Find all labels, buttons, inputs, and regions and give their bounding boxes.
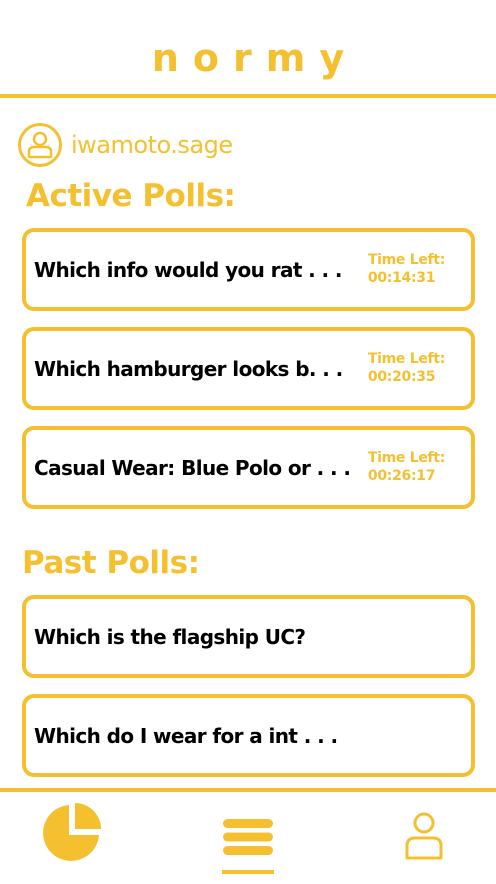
time-left-value: 00:26:17 <box>367 468 436 484</box>
nav-profile-button[interactable] <box>402 810 446 862</box>
time-left-label: Time Left: <box>367 450 445 466</box>
list-menu-icon <box>223 819 273 855</box>
active-poll-card[interactable]: Which info would you rat . . . Time Left… <box>22 228 475 311</box>
avatar[interactable] <box>18 123 62 167</box>
app-header: normy <box>0 0 496 98</box>
poll-timer: Time Left: 00:14:31 <box>368 251 445 287</box>
user-icon <box>27 131 53 159</box>
active-poll-card[interactable]: Casual Wear: Blue Polo or . . . Time Lef… <box>22 426 475 509</box>
time-left-value: 00:14:31 <box>367 270 436 286</box>
poll-question: Casual Wear: Blue Polo or . . . <box>34 455 351 480</box>
active-tab-indicator <box>222 870 274 874</box>
poll-timer: Time Left: 00:20:35 <box>368 350 445 386</box>
footer-divider <box>0 788 496 792</box>
active-poll-card[interactable]: Which hamburger looks b. . . Time Left: … <box>22 327 475 410</box>
app-title: normy <box>151 36 359 80</box>
nav-list-button[interactable] <box>220 812 276 862</box>
profile-icon <box>405 812 443 860</box>
past-poll-card[interactable]: Which is the flagship UC? <box>22 595 475 678</box>
username: iwamoto.sage <box>71 131 233 159</box>
header-divider <box>0 94 496 98</box>
time-left-label: Time Left: <box>367 252 445 268</box>
poll-question: Which hamburger looks b. . . <box>34 356 343 381</box>
past-polls-heading: Past Polls: <box>22 545 200 581</box>
poll-timer: Time Left: 00:26:17 <box>368 449 445 485</box>
time-left-value: 00:20:35 <box>367 369 436 385</box>
user-row[interactable]: iwamoto.sage <box>18 120 233 170</box>
poll-question: Which info would you rat . . . <box>34 257 342 282</box>
active-polls-heading: Active Polls: <box>26 178 236 214</box>
poll-question: Which do I wear for a int . . . <box>34 723 338 748</box>
past-poll-card[interactable]: Which do I wear for a int . . . <box>22 694 475 777</box>
pie-chart-icon <box>43 803 101 861</box>
time-left-label: Time Left: <box>367 351 445 367</box>
nav-polls-button[interactable] <box>38 800 104 866</box>
poll-question: Which is the flagship UC? <box>34 624 306 649</box>
